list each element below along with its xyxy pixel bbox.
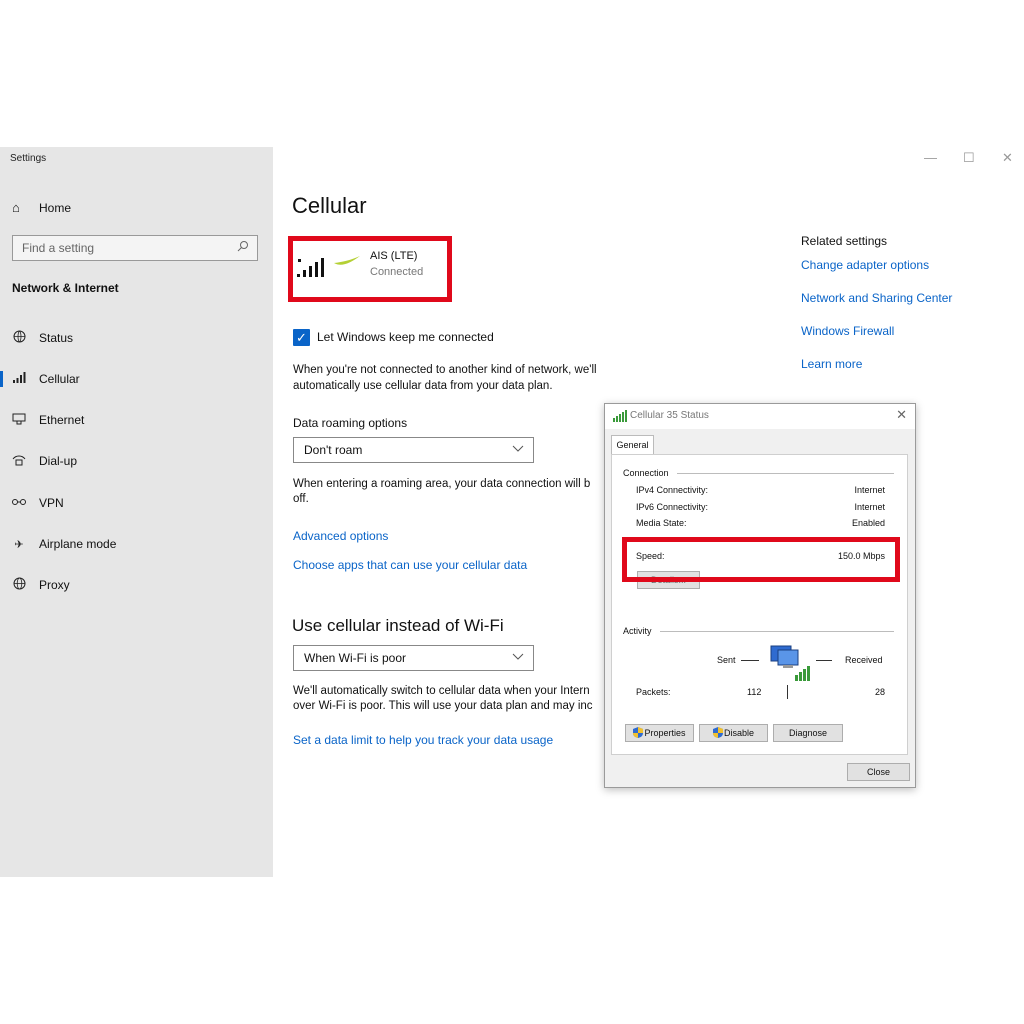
sidebar-item-airplane[interactable]: ✈ Airplane mode bbox=[12, 535, 116, 553]
received-label: Received bbox=[845, 655, 883, 665]
roaming-desc-line1: When entering a roaming area, your data … bbox=[293, 478, 591, 490]
sidebar-item-label: Ethernet bbox=[39, 413, 85, 427]
wifi-heading: Use cellular instead of Wi-Fi bbox=[292, 616, 504, 635]
chevron-down-icon bbox=[512, 441, 524, 458]
properties-label: Properties bbox=[644, 728, 686, 738]
shield-icon bbox=[712, 727, 723, 738]
sidebar-item-vpn[interactable]: VPN bbox=[12, 494, 64, 512]
active-indicator bbox=[0, 371, 3, 387]
airplane-icon: ✈ bbox=[14, 538, 24, 551]
section-heading: Network & Internet bbox=[12, 281, 119, 295]
sidebar-item-label: Airplane mode bbox=[39, 537, 117, 551]
sidebar-item-ethernet[interactable]: Ethernet bbox=[12, 411, 84, 429]
sent-label: Sent bbox=[717, 655, 736, 665]
window-title: Settings bbox=[10, 153, 47, 164]
media-state-value: Enabled bbox=[851, 518, 885, 528]
close-button[interactable]: Close bbox=[847, 763, 910, 781]
change-adapter-link[interactable]: Change adapter options bbox=[801, 258, 929, 272]
keep-connected-desc-line1: When you're not connected to another kin… bbox=[293, 364, 597, 376]
roaming-dropdown[interactable]: Don't roam bbox=[293, 437, 534, 463]
cellular-signal-icon bbox=[12, 372, 26, 386]
network-computers-icon bbox=[770, 645, 810, 681]
data-limit-link[interactable]: Set a data limit to help you track your … bbox=[293, 733, 553, 747]
wifi-desc-line1: We'll automatically switch to cellular d… bbox=[293, 685, 590, 697]
dialog-title: Cellular 35 Status bbox=[630, 410, 709, 421]
speed-label: Speed: bbox=[636, 551, 665, 561]
chevron-down-icon bbox=[512, 649, 524, 666]
activity-heading: Activity bbox=[623, 626, 652, 636]
choose-apps-link[interactable]: Choose apps that can use your cellular d… bbox=[293, 558, 527, 572]
cellular-signal-icon bbox=[613, 410, 627, 422]
roaming-heading: Data roaming options bbox=[293, 416, 408, 430]
ipv4-label: IPv4 Connectivity: bbox=[636, 485, 709, 495]
keep-connected-label: Let Windows keep me connected bbox=[317, 330, 494, 344]
sidebar-item-label: Dial-up bbox=[39, 454, 78, 468]
sidebar-item-label: Proxy bbox=[39, 578, 70, 592]
media-state-label: Media State: bbox=[636, 518, 687, 528]
maximize-icon[interactable]: ☐ bbox=[963, 150, 975, 166]
sidebar-item-dialup[interactable]: Dial-up bbox=[12, 452, 77, 470]
packets-received: 28 bbox=[874, 687, 885, 697]
vpn-icon bbox=[12, 497, 26, 510]
page-title: Cellular bbox=[292, 193, 367, 218]
sidebar-item-label: Cellular bbox=[39, 372, 80, 386]
speed-value: 150.0 Mbps bbox=[837, 551, 885, 561]
dialup-icon bbox=[12, 454, 26, 469]
sidebar-item-label: VPN bbox=[39, 496, 64, 510]
tab-general[interactable]: General bbox=[611, 435, 654, 455]
keep-connected-desc-line2: automatically use cellular data from you… bbox=[293, 380, 553, 392]
received-line bbox=[816, 660, 832, 661]
sidebar-home[interactable]: ⌂ Home bbox=[12, 200, 71, 215]
advanced-options-link[interactable]: Advanced options bbox=[293, 529, 388, 543]
close-icon[interactable]: ✕ bbox=[896, 407, 907, 423]
home-icon: ⌂ bbox=[12, 200, 20, 215]
tab-panel bbox=[611, 454, 908, 755]
sent-line bbox=[741, 660, 759, 661]
sidebar-item-proxy[interactable]: Proxy bbox=[12, 576, 70, 594]
packets-label: Packets: bbox=[636, 687, 671, 697]
related-heading: Related settings bbox=[801, 234, 888, 248]
shield-icon bbox=[633, 727, 644, 738]
properties-button[interactable]: Properties bbox=[625, 724, 694, 742]
search-placeholder: Find a setting bbox=[22, 241, 95, 255]
learn-more-link[interactable]: Learn more bbox=[801, 357, 862, 371]
connection-heading: Connection bbox=[623, 468, 669, 478]
search-input[interactable]: Find a setting bbox=[12, 235, 258, 261]
minimize-icon[interactable]: — bbox=[924, 150, 937, 165]
packets-sent: 112 bbox=[747, 687, 762, 697]
search-icon bbox=[237, 240, 249, 255]
wifi-value: When Wi-Fi is poor bbox=[304, 651, 407, 665]
divider bbox=[677, 473, 894, 474]
highlight-box bbox=[288, 236, 452, 302]
ipv6-label: IPv6 Connectivity: bbox=[636, 502, 709, 512]
firewall-link[interactable]: Windows Firewall bbox=[801, 324, 894, 338]
sidebar-item-status[interactable]: Status bbox=[12, 329, 73, 347]
diagnose-button[interactable]: Diagnose bbox=[773, 724, 843, 742]
ipv4-value: Internet bbox=[854, 485, 885, 495]
packets-divider bbox=[787, 685, 788, 699]
keep-connected-checkbox[interactable]: ✓ bbox=[293, 329, 310, 346]
ethernet-icon bbox=[12, 413, 26, 428]
close-icon[interactable]: ✕ bbox=[1002, 150, 1013, 166]
sidebar-item-label: Status bbox=[39, 331, 74, 345]
status-dialog: Cellular 35 Status ✕ General Connection … bbox=[604, 403, 916, 788]
disable-button[interactable]: Disable bbox=[699, 724, 768, 742]
globe-icon bbox=[12, 577, 26, 593]
sidebar-item-cellular[interactable]: Cellular bbox=[12, 370, 80, 388]
ipv6-value: Internet bbox=[854, 502, 885, 512]
wifi-desc-line2: over Wi-Fi is poor. This will use your d… bbox=[293, 700, 593, 712]
sharing-center-link[interactable]: Network and Sharing Center bbox=[801, 291, 952, 305]
wifi-dropdown[interactable]: When Wi-Fi is poor bbox=[293, 645, 534, 671]
globe-status-icon bbox=[12, 330, 26, 346]
roaming-desc-line2: off. bbox=[293, 493, 309, 505]
divider bbox=[660, 631, 894, 632]
home-label: Home bbox=[39, 200, 72, 215]
roaming-value: Don't roam bbox=[304, 443, 363, 457]
disable-label: Disable bbox=[723, 728, 754, 738]
